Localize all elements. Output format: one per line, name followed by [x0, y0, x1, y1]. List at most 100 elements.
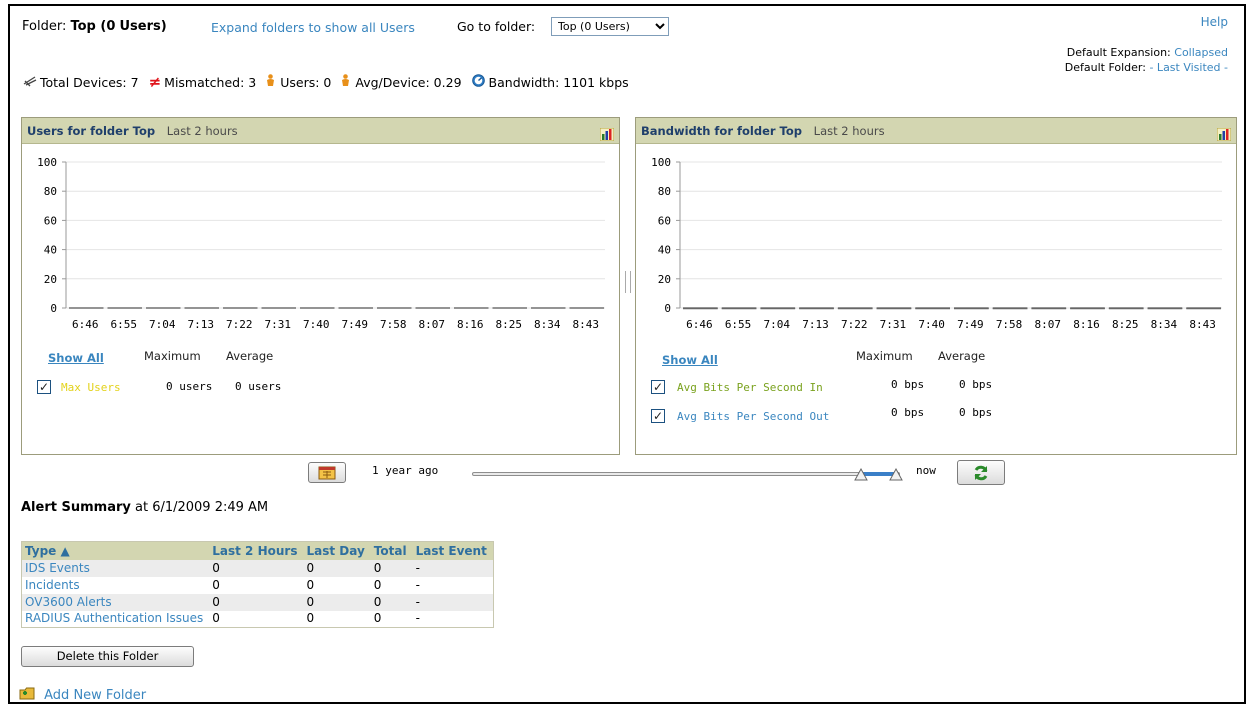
- add-new-folder[interactable]: Add New Folder: [19, 686, 146, 705]
- alert-type-link[interactable]: RADIUS Authentication Issues: [22, 611, 210, 628]
- refresh-button[interactable]: [957, 460, 1005, 485]
- bits-in-legend-label: Avg Bits Per Second In: [677, 381, 823, 394]
- bar-chart-icon[interactable]: [599, 124, 615, 142]
- alert-summary-timestamp: at 6/1/2009 2:49 AM: [135, 500, 269, 515]
- y-tick-label: 60: [658, 214, 671, 227]
- x-tick-label: 7:04: [764, 318, 791, 331]
- x-tick-label: 8:34: [1151, 318, 1178, 331]
- col-type-header[interactable]: Type ▲: [21, 541, 210, 560]
- expand-folders-link[interactable]: Expand folders to show all Users: [211, 20, 415, 35]
- table-row: RADIUS Authentication Issues 0 0 0 -: [22, 611, 494, 628]
- col-last-event-header[interactable]: Last Event: [412, 541, 494, 560]
- help-link[interactable]: Help: [1201, 15, 1228, 29]
- calendar-button[interactable]: [308, 462, 346, 483]
- alert-summary-title: Alert Summary: [21, 500, 131, 515]
- table-row: Incidents 0 0 0 -: [22, 577, 494, 594]
- default-folder-link[interactable]: - Last Visited -: [1149, 61, 1228, 74]
- calendar-icon: [318, 466, 336, 480]
- mismatched-count: Mismatched: 3: [164, 74, 257, 90]
- table-row: IDS Events 0 0 0 -: [21, 559, 494, 577]
- x-tick-label: 7:49: [957, 318, 984, 331]
- table-cell: 0: [212, 611, 220, 626]
- x-tick-label: 8:25: [1112, 318, 1139, 331]
- users-panel-range: Last 2 hours: [166, 124, 238, 138]
- x-tick-label: 6:46: [686, 318, 713, 331]
- table-cell: -: [415, 611, 420, 626]
- table-cell: 0: [306, 577, 315, 592]
- users-panel-title: Users for folder Top: [27, 124, 156, 138]
- table-cell: 0: [303, 559, 371, 577]
- add-new-folder-link[interactable]: Add New Folder: [44, 688, 146, 703]
- bits-out-checkbox[interactable]: ✓: [651, 409, 665, 423]
- table-cell: 0: [303, 593, 371, 611]
- y-tick-label: 60: [44, 214, 57, 227]
- table-cell: -: [415, 577, 420, 592]
- mismatch-icon: ≠: [148, 73, 162, 91]
- alert-type-link[interactable]: OV3600 Alerts: [21, 593, 210, 611]
- x-tick-label: 7:13: [188, 318, 215, 331]
- x-tick-label: 7:31: [880, 318, 907, 331]
- table-cell: -: [412, 593, 494, 611]
- x-tick-label: 8:16: [457, 318, 484, 331]
- default-expansion-link[interactable]: Collapsed: [1174, 46, 1228, 59]
- alert-type-link[interactable]: Incidents: [22, 577, 210, 594]
- bandwidth-show-all-link[interactable]: Show All: [662, 353, 718, 367]
- bar-chart-icon[interactable]: [1216, 124, 1232, 142]
- y-tick-label: 20: [658, 273, 671, 286]
- bits-in-avg-value: 0 bps: [959, 378, 993, 391]
- x-tick-label: 6:55: [111, 318, 138, 331]
- refresh-icon: [974, 465, 988, 481]
- folder-label: Folder:: [22, 19, 67, 34]
- users-panel: Users for folder Top Last 2 hours 0 20 40 6…: [21, 117, 620, 455]
- timeline-start-label: 1 year ago: [372, 464, 439, 477]
- users-count: Users: 0: [280, 74, 332, 90]
- folder-users: Users): [119, 19, 167, 34]
- x-tick-label: 7:49: [342, 318, 369, 331]
- timeline-end-handle[interactable]: [889, 467, 903, 484]
- timeline-track[interactable]: [472, 472, 900, 476]
- delete-folder-button[interactable]: Delete this Folder: [21, 646, 194, 667]
- default-folder: Default Folder: - Last Visited -: [1065, 61, 1228, 74]
- table-row: OV3600 Alerts 0 0 0 -: [21, 593, 494, 611]
- bandwidth-avg-header: Average: [938, 349, 986, 363]
- y-tick-label: 0: [50, 302, 57, 315]
- x-tick-label: 7:04: [149, 318, 176, 331]
- col-total-header[interactable]: Total: [370, 541, 413, 560]
- y-tick-label: 20: [44, 273, 57, 286]
- users-show-all-link[interactable]: Show All: [48, 351, 104, 365]
- users-avg-header: Average: [226, 349, 274, 363]
- x-tick-label: 7:58: [996, 318, 1023, 331]
- bandwidth-panel-range: Last 2 hours: [813, 124, 885, 138]
- table-cell: 0: [370, 559, 413, 577]
- x-tick-label: 7:31: [265, 318, 292, 331]
- y-tick-label: 100: [651, 156, 671, 169]
- x-tick-label: 7:58: [380, 318, 407, 331]
- x-tick-label: 8:07: [1035, 318, 1062, 331]
- max-users-checkbox[interactable]: ✓: [37, 380, 51, 394]
- users-max-header: Maximum: [144, 349, 201, 363]
- goto-folder-select[interactable]: Top (0 Users): [551, 17, 669, 36]
- timeline-start-handle[interactable]: [854, 467, 868, 484]
- bandwidth-max-header: Maximum: [856, 349, 913, 363]
- bits-out-max-value: 0 bps: [891, 406, 925, 419]
- panel-splitter-handle[interactable]: [625, 271, 631, 293]
- goto-folder-label: Go to folder:: [457, 19, 536, 34]
- y-tick-label: 40: [44, 244, 57, 257]
- col-last-day-header[interactable]: Last Day: [303, 541, 371, 560]
- alert-type-link[interactable]: IDS Events: [21, 559, 210, 577]
- x-tick-label: 8:34: [534, 318, 561, 331]
- y-tick-label: 40: [658, 244, 671, 257]
- timeline-end-label: now: [916, 464, 936, 477]
- avg-user-icon: [341, 74, 351, 90]
- table-cell: 0: [209, 559, 304, 577]
- x-tick-label: 6:55: [725, 318, 752, 331]
- table-header-row: Type ▲ Last 2 Hours Last Day Total Last …: [21, 541, 494, 560]
- bits-in-checkbox[interactable]: ✓: [651, 380, 665, 394]
- bits-in-max-value: 0 bps: [891, 378, 925, 391]
- col-last-2-hours-header[interactable]: Last 2 Hours: [209, 541, 304, 560]
- total-devices: Total Devices: 7: [40, 74, 139, 90]
- y-tick-label: 0: [664, 302, 671, 315]
- x-tick-label: 8:43: [573, 318, 600, 331]
- bandwidth-line-chart: 0 20 40 60 80 100 6:46 6:55 7:04 7:13 7:22 7:31 7:40…: [651, 156, 1222, 331]
- y-tick-label: 80: [658, 185, 671, 198]
